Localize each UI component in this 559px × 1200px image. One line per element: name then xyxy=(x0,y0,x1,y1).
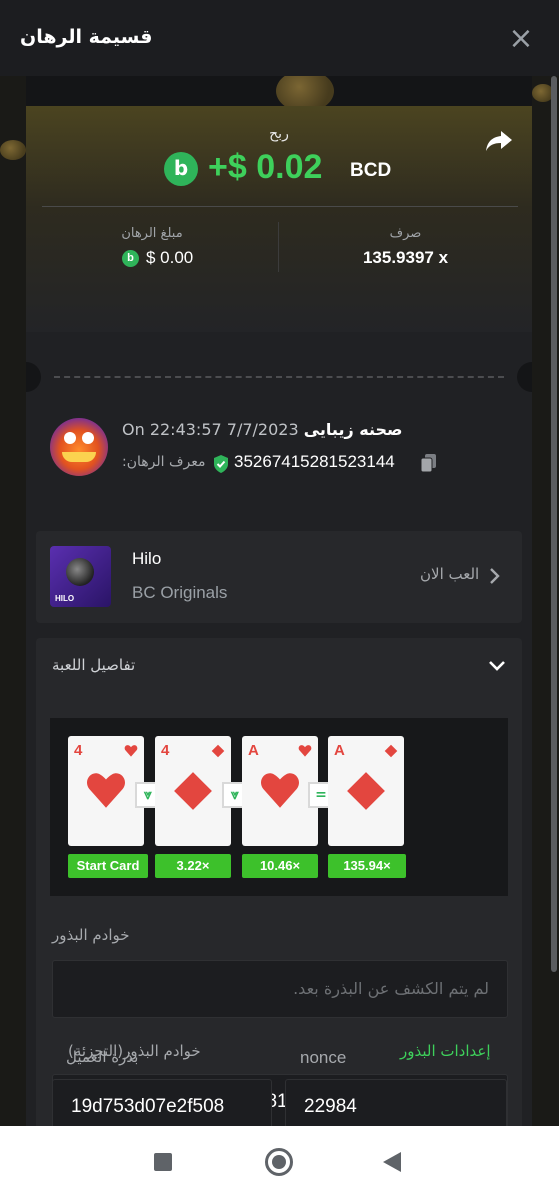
square-icon[interactable] xyxy=(154,1153,172,1171)
bet-id-label: :معرف الرهان xyxy=(122,454,206,470)
game-provider: BC Originals xyxy=(132,583,228,602)
playing-card: A xyxy=(328,736,404,846)
playing-card: 4 xyxy=(68,736,144,846)
verified-shield-icon xyxy=(214,455,228,473)
server-seed-field[interactable]: .لم يتم الكشف عن البذرة بعد xyxy=(52,960,508,1018)
bet-amount-value: b $ 0.00 xyxy=(122,248,193,268)
back-triangle-icon[interactable] xyxy=(383,1152,401,1172)
diamond-suit-icon xyxy=(174,772,212,810)
diamond-suit-icon xyxy=(347,772,385,810)
win-amount: +$ 0.02 xyxy=(208,148,323,186)
play-now-link[interactable]: العب الان xyxy=(420,565,479,583)
game-thumbnail: HILO xyxy=(50,546,111,607)
multiplier-badge: 135.94× xyxy=(328,854,406,878)
bc-coin-icon: b xyxy=(122,250,139,267)
divider xyxy=(42,206,518,207)
bet-amount-label: مبلغ الرهان xyxy=(121,226,183,241)
multiplier-badge: 10.46× xyxy=(242,854,318,878)
close-icon[interactable]: × xyxy=(508,24,534,54)
seed-settings-link[interactable]: إعدادات البذور xyxy=(400,1042,491,1060)
ticket-notch xyxy=(26,362,41,392)
dialog-header: قسيمة الرهان × xyxy=(0,0,559,76)
multiplier-badge: 3.22× xyxy=(155,854,231,878)
chevron-right-icon xyxy=(490,568,500,584)
avatar[interactable] xyxy=(50,418,108,476)
bet-user-line: On 22:43:57 7/7/2023 صحنه زیبایی xyxy=(122,420,402,439)
bet-datetime: On 22:43:57 7/7/2023 xyxy=(122,420,299,439)
circle-icon[interactable] xyxy=(265,1148,293,1176)
game-name: Hilo xyxy=(132,549,162,568)
win-label: ربح xyxy=(269,126,289,142)
game-row[interactable]: HILO Hilo BC Originals العب الان xyxy=(36,531,522,623)
copy-icon[interactable] xyxy=(420,453,438,473)
win-panel: ربح b +$ 0.02 BCD مبلغ الرهان صرف b $ 0.… xyxy=(26,106,532,332)
server-seed-label: خوادم البذور xyxy=(52,926,130,944)
multiplier-badge: Start Card xyxy=(68,854,148,878)
ticket-notch xyxy=(517,362,532,392)
nonce-label: nonce xyxy=(300,1048,347,1067)
scrollbar[interactable] xyxy=(551,76,557,972)
client-seed-field[interactable]: 19d753d07e2f508 xyxy=(52,1079,272,1126)
client-seed-label: بذرة العميل xyxy=(66,1048,139,1066)
decor-coin-icon xyxy=(0,140,26,160)
username[interactable]: صحنه زیبایی xyxy=(304,420,403,439)
dialog-title: قسيمة الرهان xyxy=(20,26,153,48)
hilo-board: 4 ⩔ 4 ⩔ A = A Start Card 3.22× 10.46× 13… xyxy=(50,718,508,896)
dashed-divider xyxy=(54,376,504,378)
payout-value: 135.9397 x xyxy=(362,248,449,267)
game-details-title: تفاصيل اللعبة xyxy=(52,656,136,674)
bet-card: ربح b +$ 0.02 BCD مبلغ الرهان صرف b $ 0.… xyxy=(26,106,532,1126)
heart-suit-icon xyxy=(87,773,125,808)
heart-suit-icon xyxy=(298,745,312,757)
diamond-suit-icon xyxy=(211,744,225,758)
playing-card: 4 xyxy=(155,736,231,846)
bet-id: 35267415281523144 xyxy=(234,452,395,471)
payout-label: صرف xyxy=(389,226,422,241)
nonce-field[interactable]: 22984 xyxy=(285,1079,507,1126)
playing-card: A xyxy=(242,736,318,846)
system-nav-bar xyxy=(0,1126,559,1200)
win-amount-row: b +$ 0.02 BCD xyxy=(26,148,532,192)
heart-suit-icon xyxy=(261,773,299,808)
diamond-suit-icon xyxy=(384,744,398,758)
background-left xyxy=(0,76,26,1126)
bet-slip-body: ربح b +$ 0.02 BCD مبلغ الرهان صرف b $ 0.… xyxy=(0,76,559,1126)
bc-coin-icon: b xyxy=(164,152,198,186)
chevron-down-icon[interactable] xyxy=(488,660,506,672)
win-currency: BCD xyxy=(350,160,392,181)
heart-suit-icon xyxy=(124,745,138,757)
